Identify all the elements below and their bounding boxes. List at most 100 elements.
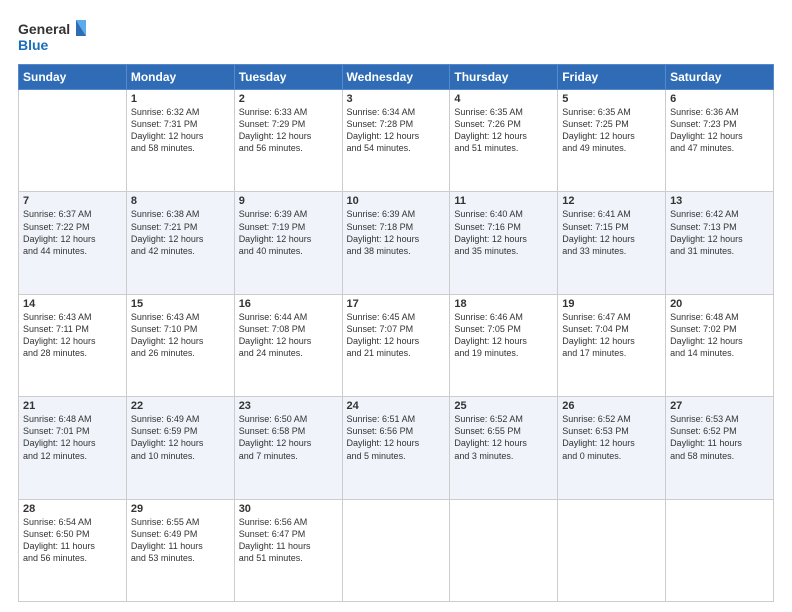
day-number: 8 xyxy=(131,195,230,207)
svg-text:Blue: Blue xyxy=(18,37,49,53)
day-cell: 19Sunrise: 6:47 AM Sunset: 7:04 PM Dayli… xyxy=(558,294,666,396)
day-cell xyxy=(342,499,450,601)
weekday-header-row: SundayMondayTuesdayWednesdayThursdayFrid… xyxy=(19,65,774,90)
day-info: Sunrise: 6:42 AM Sunset: 7:13 PM Dayligh… xyxy=(670,208,769,257)
day-number: 4 xyxy=(454,93,553,105)
day-number: 28 xyxy=(23,503,122,515)
day-info: Sunrise: 6:35 AM Sunset: 7:25 PM Dayligh… xyxy=(562,106,661,155)
weekday-header-monday: Monday xyxy=(126,65,234,90)
day-cell: 3Sunrise: 6:34 AM Sunset: 7:28 PM Daylig… xyxy=(342,90,450,192)
day-info: Sunrise: 6:56 AM Sunset: 6:47 PM Dayligh… xyxy=(239,516,338,565)
day-info: Sunrise: 6:39 AM Sunset: 7:18 PM Dayligh… xyxy=(347,208,446,257)
day-info: Sunrise: 6:50 AM Sunset: 6:58 PM Dayligh… xyxy=(239,413,338,462)
day-cell: 13Sunrise: 6:42 AM Sunset: 7:13 PM Dayli… xyxy=(666,192,774,294)
day-number: 23 xyxy=(239,400,338,412)
day-cell: 12Sunrise: 6:41 AM Sunset: 7:15 PM Dayli… xyxy=(558,192,666,294)
day-cell: 24Sunrise: 6:51 AM Sunset: 6:56 PM Dayli… xyxy=(342,397,450,499)
day-number: 18 xyxy=(454,298,553,310)
day-info: Sunrise: 6:35 AM Sunset: 7:26 PM Dayligh… xyxy=(454,106,553,155)
day-info: Sunrise: 6:43 AM Sunset: 7:10 PM Dayligh… xyxy=(131,311,230,360)
day-cell: 16Sunrise: 6:44 AM Sunset: 7:08 PM Dayli… xyxy=(234,294,342,396)
day-cell: 20Sunrise: 6:48 AM Sunset: 7:02 PM Dayli… xyxy=(666,294,774,396)
day-number: 14 xyxy=(23,298,122,310)
day-cell: 27Sunrise: 6:53 AM Sunset: 6:52 PM Dayli… xyxy=(666,397,774,499)
day-cell: 25Sunrise: 6:52 AM Sunset: 6:55 PM Dayli… xyxy=(450,397,558,499)
day-number: 20 xyxy=(670,298,769,310)
day-cell: 14Sunrise: 6:43 AM Sunset: 7:11 PM Dayli… xyxy=(19,294,127,396)
day-info: Sunrise: 6:47 AM Sunset: 7:04 PM Dayligh… xyxy=(562,311,661,360)
day-info: Sunrise: 6:52 AM Sunset: 6:55 PM Dayligh… xyxy=(454,413,553,462)
day-number: 22 xyxy=(131,400,230,412)
day-number: 2 xyxy=(239,93,338,105)
day-cell: 30Sunrise: 6:56 AM Sunset: 6:47 PM Dayli… xyxy=(234,499,342,601)
day-info: Sunrise: 6:46 AM Sunset: 7:05 PM Dayligh… xyxy=(454,311,553,360)
day-number: 30 xyxy=(239,503,338,515)
svg-text:General: General xyxy=(18,21,70,37)
day-cell: 4Sunrise: 6:35 AM Sunset: 7:26 PM Daylig… xyxy=(450,90,558,192)
day-cell: 7Sunrise: 6:37 AM Sunset: 7:22 PM Daylig… xyxy=(19,192,127,294)
day-number: 26 xyxy=(562,400,661,412)
day-cell xyxy=(19,90,127,192)
day-cell xyxy=(450,499,558,601)
week-row-5: 28Sunrise: 6:54 AM Sunset: 6:50 PM Dayli… xyxy=(19,499,774,601)
day-number: 24 xyxy=(347,400,446,412)
day-cell: 29Sunrise: 6:55 AM Sunset: 6:49 PM Dayli… xyxy=(126,499,234,601)
day-info: Sunrise: 6:34 AM Sunset: 7:28 PM Dayligh… xyxy=(347,106,446,155)
day-cell: 23Sunrise: 6:50 AM Sunset: 6:58 PM Dayli… xyxy=(234,397,342,499)
day-info: Sunrise: 6:32 AM Sunset: 7:31 PM Dayligh… xyxy=(131,106,230,155)
day-cell xyxy=(558,499,666,601)
day-number: 13 xyxy=(670,195,769,207)
day-info: Sunrise: 6:36 AM Sunset: 7:23 PM Dayligh… xyxy=(670,106,769,155)
week-row-1: 1Sunrise: 6:32 AM Sunset: 7:31 PM Daylig… xyxy=(19,90,774,192)
day-cell xyxy=(666,499,774,601)
day-number: 16 xyxy=(239,298,338,310)
day-number: 27 xyxy=(670,400,769,412)
day-cell: 15Sunrise: 6:43 AM Sunset: 7:10 PM Dayli… xyxy=(126,294,234,396)
weekday-header-friday: Friday xyxy=(558,65,666,90)
day-cell: 11Sunrise: 6:40 AM Sunset: 7:16 PM Dayli… xyxy=(450,192,558,294)
header: General Blue xyxy=(18,18,774,56)
day-cell: 28Sunrise: 6:54 AM Sunset: 6:50 PM Dayli… xyxy=(19,499,127,601)
day-info: Sunrise: 6:48 AM Sunset: 7:01 PM Dayligh… xyxy=(23,413,122,462)
day-info: Sunrise: 6:43 AM Sunset: 7:11 PM Dayligh… xyxy=(23,311,122,360)
day-number: 19 xyxy=(562,298,661,310)
day-info: Sunrise: 6:51 AM Sunset: 6:56 PM Dayligh… xyxy=(347,413,446,462)
weekday-header-saturday: Saturday xyxy=(666,65,774,90)
day-info: Sunrise: 6:52 AM Sunset: 6:53 PM Dayligh… xyxy=(562,413,661,462)
day-number: 11 xyxy=(454,195,553,207)
calendar-page: General Blue SundayMondayTuesdayWednesda… xyxy=(0,0,792,612)
day-number: 10 xyxy=(347,195,446,207)
day-cell: 9Sunrise: 6:39 AM Sunset: 7:19 PM Daylig… xyxy=(234,192,342,294)
day-cell: 2Sunrise: 6:33 AM Sunset: 7:29 PM Daylig… xyxy=(234,90,342,192)
day-number: 5 xyxy=(562,93,661,105)
day-info: Sunrise: 6:45 AM Sunset: 7:07 PM Dayligh… xyxy=(347,311,446,360)
day-info: Sunrise: 6:41 AM Sunset: 7:15 PM Dayligh… xyxy=(562,208,661,257)
day-number: 12 xyxy=(562,195,661,207)
day-number: 6 xyxy=(670,93,769,105)
calendar-table: SundayMondayTuesdayWednesdayThursdayFrid… xyxy=(18,64,774,602)
day-info: Sunrise: 6:39 AM Sunset: 7:19 PM Dayligh… xyxy=(239,208,338,257)
logo: General Blue xyxy=(18,18,88,56)
week-row-2: 7Sunrise: 6:37 AM Sunset: 7:22 PM Daylig… xyxy=(19,192,774,294)
day-info: Sunrise: 6:40 AM Sunset: 7:16 PM Dayligh… xyxy=(454,208,553,257)
day-cell: 10Sunrise: 6:39 AM Sunset: 7:18 PM Dayli… xyxy=(342,192,450,294)
day-cell: 1Sunrise: 6:32 AM Sunset: 7:31 PM Daylig… xyxy=(126,90,234,192)
day-number: 21 xyxy=(23,400,122,412)
day-cell: 26Sunrise: 6:52 AM Sunset: 6:53 PM Dayli… xyxy=(558,397,666,499)
week-row-4: 21Sunrise: 6:48 AM Sunset: 7:01 PM Dayli… xyxy=(19,397,774,499)
day-cell: 18Sunrise: 6:46 AM Sunset: 7:05 PM Dayli… xyxy=(450,294,558,396)
weekday-header-thursday: Thursday xyxy=(450,65,558,90)
day-info: Sunrise: 6:44 AM Sunset: 7:08 PM Dayligh… xyxy=(239,311,338,360)
weekday-header-wednesday: Wednesday xyxy=(342,65,450,90)
day-info: Sunrise: 6:33 AM Sunset: 7:29 PM Dayligh… xyxy=(239,106,338,155)
day-info: Sunrise: 6:55 AM Sunset: 6:49 PM Dayligh… xyxy=(131,516,230,565)
day-number: 9 xyxy=(239,195,338,207)
day-number: 1 xyxy=(131,93,230,105)
day-number: 7 xyxy=(23,195,122,207)
day-number: 3 xyxy=(347,93,446,105)
day-cell: 5Sunrise: 6:35 AM Sunset: 7:25 PM Daylig… xyxy=(558,90,666,192)
day-cell: 17Sunrise: 6:45 AM Sunset: 7:07 PM Dayli… xyxy=(342,294,450,396)
day-number: 29 xyxy=(131,503,230,515)
day-number: 15 xyxy=(131,298,230,310)
day-info: Sunrise: 6:48 AM Sunset: 7:02 PM Dayligh… xyxy=(670,311,769,360)
